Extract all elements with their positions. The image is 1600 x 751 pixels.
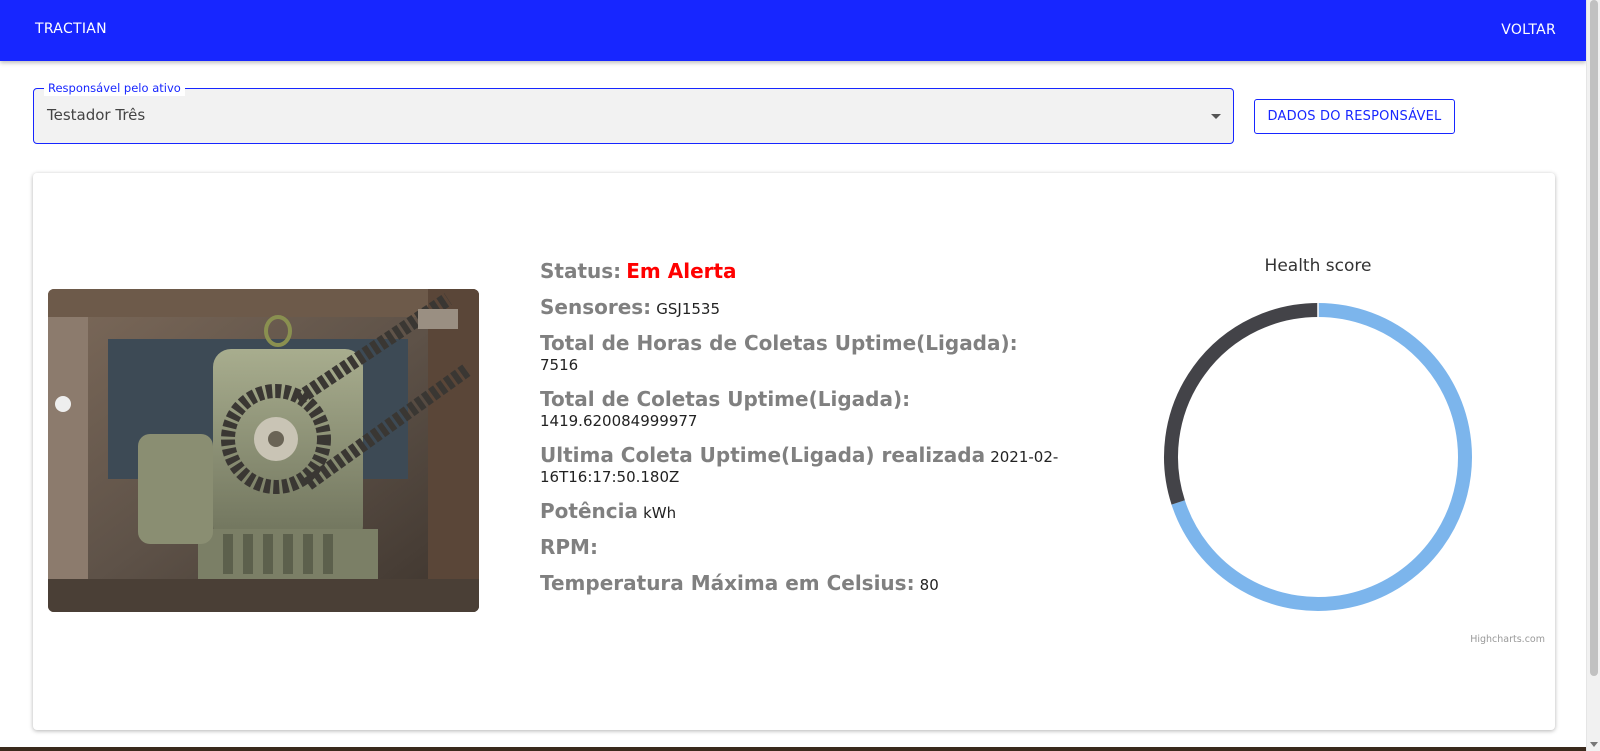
back-button[interactable]: VOLTAR (1501, 22, 1556, 38)
total-hours-label: Total de Horas de Coletas Uptime(Ligada)… (540, 331, 1018, 355)
total-collects-row: Total de Coletas Uptime(Ligada): 1419.62… (540, 389, 1060, 431)
power-value: kWh (643, 504, 677, 522)
responsible-select-value: Testador Três (47, 106, 146, 124)
scroll-down-arrow-icon[interactable] (1590, 742, 1598, 747)
temperature-value: 80 (919, 576, 939, 594)
brand-logo[interactable]: TRACTIAN (35, 21, 107, 37)
last-collect-row: Ultima Coleta Uptime(Ligada) realizada 2… (540, 445, 1060, 487)
sensors-row: Sensores: GSJ1535 (540, 297, 1060, 319)
status-label: Status: (540, 259, 622, 283)
rpm-label: RPM: (540, 535, 598, 559)
scrollbar-thumb[interactable] (1590, 0, 1598, 676)
responsible-data-button[interactable]: DADOS DO RESPONSÁVEL (1254, 99, 1455, 134)
app-bar: TRACTIAN VOLTAR (0, 0, 1586, 61)
rpm-row: RPM: (540, 537, 1060, 559)
power-label: Potência (540, 499, 638, 523)
responsible-select[interactable]: Responsável pelo ativo Testador Três (33, 80, 1234, 144)
status-value: Em Alerta (626, 259, 737, 283)
status-row: Status: Em Alerta (540, 261, 1060, 283)
sensors-label: Sensores: (540, 295, 652, 319)
sensors-value: GSJ1535 (656, 300, 721, 318)
vertical-scrollbar[interactable] (1586, 0, 1600, 751)
temperature-row: Temperatura Máxima em Celsius: 80 (540, 573, 1060, 595)
total-hours-value: 7516 (540, 356, 579, 374)
total-collects-value: 1419.620084999977 (540, 412, 698, 430)
health-score-chart: Health score (1164, 256, 1472, 611)
asset-photo (48, 289, 479, 612)
page-bottom-edge (0, 747, 1586, 751)
chart-credit[interactable]: Highcharts.com (1470, 634, 1545, 645)
chart-title: Health score (1265, 256, 1372, 276)
asset-info: Status: Em Alerta Sensores: GSJ1535 Tota… (540, 261, 1060, 609)
asset-card: Status: Em Alerta Sensores: GSJ1535 Tota… (33, 173, 1555, 730)
last-collect-label: Ultima Coleta Uptime(Ligada) realizada (540, 443, 986, 467)
responsible-select-label: Responsável pelo ativo (44, 80, 185, 96)
donut-slices (1164, 303, 1472, 611)
power-row: Potência kWh (540, 501, 1060, 523)
temperature-label: Temperatura Máxima em Celsius: (540, 571, 915, 595)
dropdown-arrow-icon[interactable] (1211, 114, 1221, 119)
total-collects-label: Total de Coletas Uptime(Ligada): (540, 387, 911, 411)
donut-slice-1[interactable] (1164, 303, 1319, 505)
total-hours-row: Total de Horas de Coletas Uptime(Ligada)… (540, 333, 1060, 375)
